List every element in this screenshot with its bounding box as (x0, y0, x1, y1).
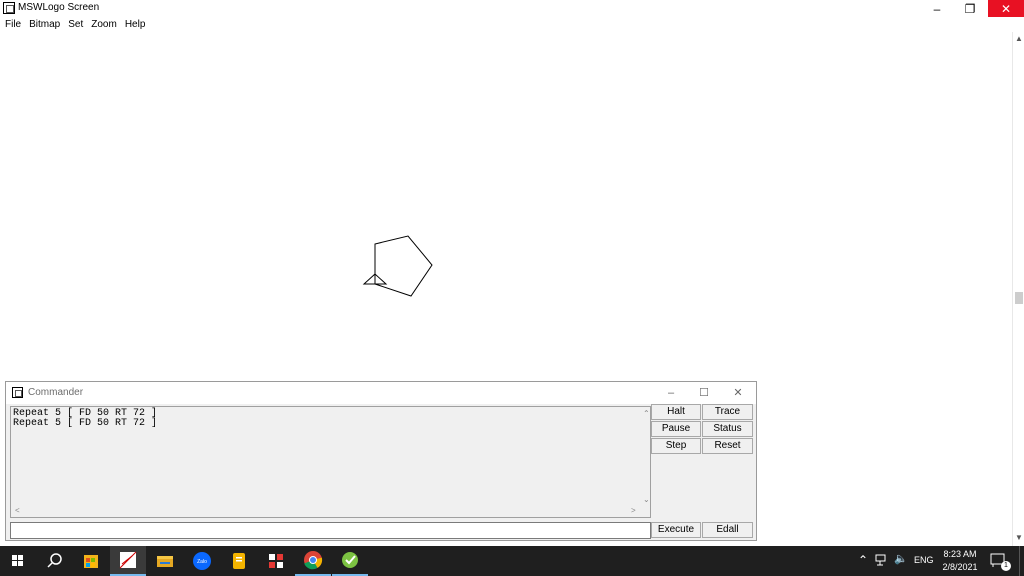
edall-button[interactable]: Edall (702, 522, 753, 538)
history-line[interactable]: Repeat 5 [ FD 50 RT 72 ] (13, 419, 650, 429)
commander-maximize-button[interactable]: ☐ (689, 385, 719, 401)
history-scroll-up-icon[interactable]: ⌃ (643, 409, 650, 418)
show-desktop-button[interactable] (1019, 546, 1024, 576)
scroll-up-arrow-icon[interactable]: ▲ (1013, 33, 1024, 45)
taskbar: Zalo ⌃ 🔈 ENG 8:23 AM 2/8/2021 1 (0, 546, 1024, 576)
menu-zoom[interactable]: Zoom (91, 17, 117, 32)
show-hidden-icons-icon[interactable]: ⌃ (858, 553, 868, 567)
notification-count-badge: 1 (1001, 561, 1011, 571)
commander-icon (12, 387, 23, 398)
restore-button[interactable]: ❐ (953, 0, 987, 17)
close-button[interactable]: ✕ (988, 0, 1024, 17)
vertical-scrollbar[interactable]: ▲ ▼ (1012, 32, 1024, 546)
commander-minimize-button[interactable]: – (656, 385, 686, 401)
zalo-icon[interactable]: Zalo (184, 546, 220, 576)
halt-button[interactable]: Halt (651, 404, 701, 420)
main-title-bar[interactable]: MSWLogo Screen – ❐ ✕ (0, 0, 1024, 17)
greenshot-icon[interactable] (332, 546, 368, 576)
app-icon[interactable] (258, 546, 294, 576)
menu-help[interactable]: Help (125, 17, 146, 32)
desktop: MSWLogo Screen – ❐ ✕ File Bitmap Set Zoo… (0, 0, 1024, 576)
trace-button[interactable]: Trace (702, 404, 753, 420)
command-input[interactable] (10, 522, 651, 539)
menu-bar: File Bitmap Set Zoom Help (0, 17, 1024, 32)
scroll-down-arrow-icon[interactable]: ▼ (1013, 532, 1024, 544)
notes-icon[interactable] (221, 546, 257, 576)
commander-title-bar[interactable]: Commander – ☐ ✕ (6, 382, 756, 404)
reset-button[interactable]: Reset (702, 438, 753, 454)
search-icon[interactable] (36, 546, 72, 576)
window-title: MSWLogo Screen (18, 2, 100, 13)
execute-button[interactable]: Execute (651, 522, 701, 538)
mswlogo-app-icon (3, 2, 15, 14)
store-icon[interactable] (73, 546, 109, 576)
language-indicator[interactable]: ENG (914, 555, 934, 565)
pentagon-drawing (374, 235, 433, 297)
mswlogo-taskbar-icon[interactable] (110, 546, 146, 576)
menu-bitmap[interactable]: Bitmap (29, 17, 60, 32)
history-scroll-down-icon[interactable]: ⌄ (643, 495, 650, 504)
menu-file[interactable]: File (5, 17, 21, 32)
network-icon[interactable] (875, 554, 889, 566)
command-history[interactable]: Repeat 5 [ FD 50 RT 72 ] Repeat 5 [ FD 5… (10, 406, 651, 518)
commander-title: Commander (28, 387, 84, 398)
history-scroll-right-icon[interactable]: > (631, 506, 636, 515)
chrome-icon[interactable] (295, 546, 331, 576)
file-explorer-icon[interactable] (147, 546, 183, 576)
history-scroll-left-icon[interactable]: < (15, 506, 20, 515)
minimize-button[interactable]: – (920, 0, 954, 17)
windows-start-icon[interactable] (0, 546, 36, 576)
step-button[interactable]: Step (651, 438, 701, 454)
status-button[interactable]: Status (702, 421, 753, 437)
zalo-label: Zalo (197, 559, 207, 565)
menu-set[interactable]: Set (68, 17, 83, 32)
volume-icon[interactable]: 🔈 (894, 552, 908, 565)
clock-time[interactable]: 8:23 AM (940, 549, 980, 559)
pause-button[interactable]: Pause (651, 421, 701, 437)
commander-close-button[interactable]: ✕ (723, 385, 753, 401)
commander-window: Commander – ☐ ✕ Repeat 5 [ FD 50 RT 72 ]… (5, 381, 757, 541)
clock-date[interactable]: 2/8/2021 (940, 562, 980, 572)
scroll-thumb[interactable] (1015, 292, 1023, 304)
